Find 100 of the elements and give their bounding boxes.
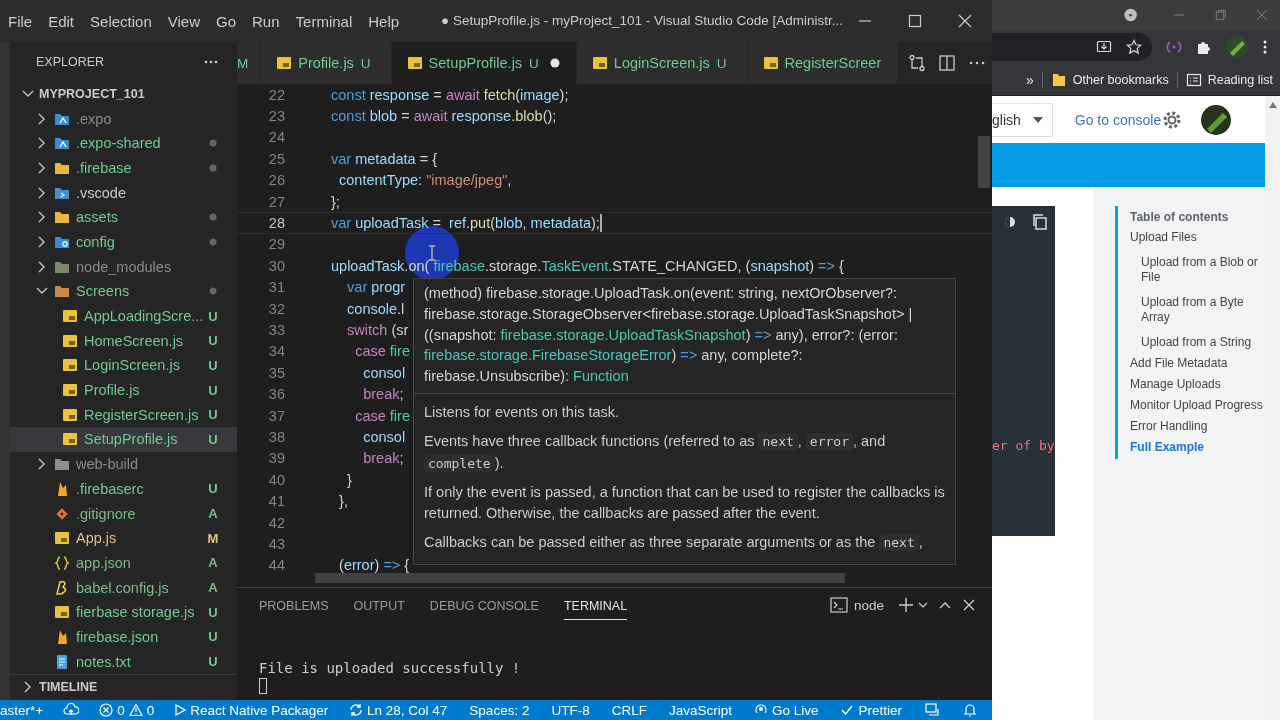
bookmark[interactable]: Other bookmarks bbox=[1050, 71, 1169, 88]
status-item[interactable]: Prettier bbox=[840, 702, 902, 718]
terminal-selector[interactable]: node bbox=[829, 597, 884, 613]
status-item[interactable]: aster*+ bbox=[0, 702, 44, 718]
toc-link[interactable]: Upload from a Byte Array bbox=[1130, 295, 1265, 325]
file-tree-item[interactable]: .expo bbox=[10, 106, 237, 131]
file-tree-item[interactable]: .firebaserc U bbox=[10, 476, 237, 502]
file-tree-item[interactable]: HomeScreen.js U bbox=[10, 328, 237, 354]
file-tree-item[interactable]: config bbox=[10, 229, 237, 255]
file-tree-item[interactable]: fierbase storage.js U bbox=[10, 599, 237, 625]
split-editor-icon[interactable] bbox=[938, 54, 957, 72]
menu-item[interactable]: Go bbox=[208, 12, 244, 30]
toc-link[interactable]: Full Example bbox=[1130, 440, 1265, 455]
toc-link[interactable]: Error Handling bbox=[1130, 419, 1265, 434]
file-tree-item[interactable]: AppLoadingScre... U bbox=[10, 303, 237, 329]
puzzle-icon[interactable] bbox=[1196, 39, 1212, 55]
document-icon bbox=[54, 653, 70, 670]
file-tree-item[interactable]: .vscode bbox=[10, 180, 237, 205]
scrollbar-thumb[interactable] bbox=[315, 573, 845, 583]
menu-item[interactable]: Edit bbox=[40, 12, 83, 30]
status-item[interactable]: CRLF bbox=[611, 702, 647, 718]
compare-icon[interactable] bbox=[908, 54, 927, 72]
code-text: case fire bbox=[354, 343, 410, 360]
file-tree-item[interactable]: web-build bbox=[10, 451, 237, 477]
editor-tab[interactable]: RegisterScreer bbox=[747, 42, 899, 84]
file-tree-item[interactable]: Profile.js U bbox=[10, 377, 237, 403]
scrollbar-thumb[interactable] bbox=[978, 136, 990, 188]
bookmarks-overflow[interactable]: » bbox=[1026, 71, 1034, 88]
file-tree-item[interactable]: RegisterScreen.js U bbox=[10, 402, 237, 428]
install-icon[interactable] bbox=[1096, 39, 1112, 55]
file-tree-item[interactable]: .gitignore A bbox=[10, 501, 237, 526]
star-icon[interactable] bbox=[1126, 39, 1142, 55]
sync-icon[interactable] bbox=[348, 702, 365, 718]
bookmark[interactable]: Reading list bbox=[1185, 71, 1273, 88]
editor-tab[interactable]: Profile.js U bbox=[261, 42, 392, 84]
file-tree-item[interactable]: app.json A bbox=[10, 550, 237, 576]
menu-item[interactable]: View bbox=[159, 12, 208, 30]
status-item[interactable]: Spaces: 2 bbox=[469, 702, 530, 718]
menu-item[interactable]: Selection bbox=[82, 12, 160, 30]
avatar[interactable] bbox=[1201, 104, 1232, 135]
folder-icon bbox=[54, 234, 70, 250]
close-icon[interactable] bbox=[962, 598, 976, 612]
status-item[interactable]: React Native Packager bbox=[174, 702, 329, 718]
scroll-up-icon[interactable] bbox=[1268, 102, 1277, 108]
file-tree-item[interactable]: LoginScreen.js U bbox=[10, 353, 237, 378]
status-item[interactable]: Ln 28, Col 47 bbox=[367, 702, 448, 718]
scrollbar[interactable] bbox=[1265, 96, 1280, 720]
folder-icon bbox=[54, 456, 70, 473]
status-item[interactable]: JavaScript bbox=[668, 702, 732, 718]
tab-search-icon[interactable] bbox=[1124, 7, 1138, 23]
maximize-icon[interactable] bbox=[908, 14, 922, 28]
close-icon[interactable] bbox=[958, 14, 972, 28]
file-tree-item[interactable]: node_modules bbox=[10, 254, 237, 279]
editor-tab[interactable]: SetupProfile.js U bbox=[391, 42, 577, 84]
file-tree-item[interactable]: App.js M bbox=[10, 525, 237, 551]
toc-link[interactable]: Manage Uploads bbox=[1130, 377, 1265, 392]
file-tree-item[interactable]: assets bbox=[10, 204, 237, 230]
menu-icon[interactable] bbox=[1262, 39, 1268, 55]
bell-icon[interactable] bbox=[962, 702, 978, 718]
js-file-icon bbox=[62, 332, 78, 349]
menu-item[interactable]: Help bbox=[360, 12, 408, 30]
feedback-icon[interactable] bbox=[924, 702, 940, 718]
panel-tab[interactable]: OUTPUT bbox=[353, 590, 405, 620]
file-tree-item[interactable]: Screens bbox=[10, 279, 237, 304]
line-number: 38 bbox=[267, 428, 285, 445]
toc-link[interactable]: Add File Metadata bbox=[1130, 356, 1265, 371]
file-name: config bbox=[76, 234, 116, 250]
timeline-header[interactable]: TIMELINE bbox=[10, 674, 237, 698]
restore-icon[interactable] bbox=[1214, 8, 1227, 22]
toc-link[interactable]: Upload from a Blob or File bbox=[1130, 255, 1265, 285]
file-tree-item[interactable]: notes.txt U bbox=[10, 649, 237, 674]
file-tree-item[interactable]: .firebase bbox=[10, 155, 237, 181]
caret-icon[interactable] bbox=[918, 600, 928, 610]
menu-item[interactable]: Terminal bbox=[287, 12, 361, 30]
language-select[interactable]: glish bbox=[992, 102, 1053, 137]
toc-link[interactable]: Upload from a String bbox=[1130, 335, 1265, 350]
file-tree-item[interactable]: SetupProfile.js U bbox=[10, 427, 237, 452]
panel-tab[interactable]: DEBUG CONSOLE bbox=[429, 590, 539, 620]
status-item[interactable]: Go Live bbox=[753, 702, 819, 718]
editor-tab[interactable]: LoginScreen.js U bbox=[576, 42, 748, 84]
status-item[interactable]: UTF-8 bbox=[551, 702, 590, 718]
menu-item[interactable]: File bbox=[0, 12, 41, 30]
editor-tab[interactable]: M bbox=[237, 42, 262, 84]
console-link[interactable]: Go to console bbox=[1074, 111, 1162, 128]
file-tree-item[interactable]: babel.config.js A bbox=[10, 575, 237, 600]
brightness-icon[interactable] bbox=[1002, 214, 1018, 230]
toc-link[interactable]: Upload Files bbox=[1130, 230, 1265, 245]
plus-icon[interactable] bbox=[898, 597, 914, 613]
toc-link[interactable]: Monitor Upload Progress bbox=[1130, 398, 1265, 413]
panel-tab[interactable]: TERMINAL bbox=[563, 590, 628, 620]
cloud-upload-icon[interactable] bbox=[63, 702, 80, 718]
file-tree-item[interactable]: .expo-shared bbox=[10, 130, 237, 156]
menu-item[interactable]: Run bbox=[244, 12, 288, 30]
problems-indicator[interactable]: 0 0 bbox=[99, 702, 155, 718]
address-bar[interactable] bbox=[992, 33, 1152, 61]
copy-icon[interactable] bbox=[1032, 214, 1048, 230]
file-tree-item[interactable]: firebase.json U bbox=[10, 624, 237, 650]
extension-icon[interactable] bbox=[1166, 39, 1182, 55]
project-header[interactable]: MYPROJECT_101 bbox=[10, 82, 237, 107]
panel-tab[interactable]: PROBLEMS bbox=[259, 590, 329, 620]
